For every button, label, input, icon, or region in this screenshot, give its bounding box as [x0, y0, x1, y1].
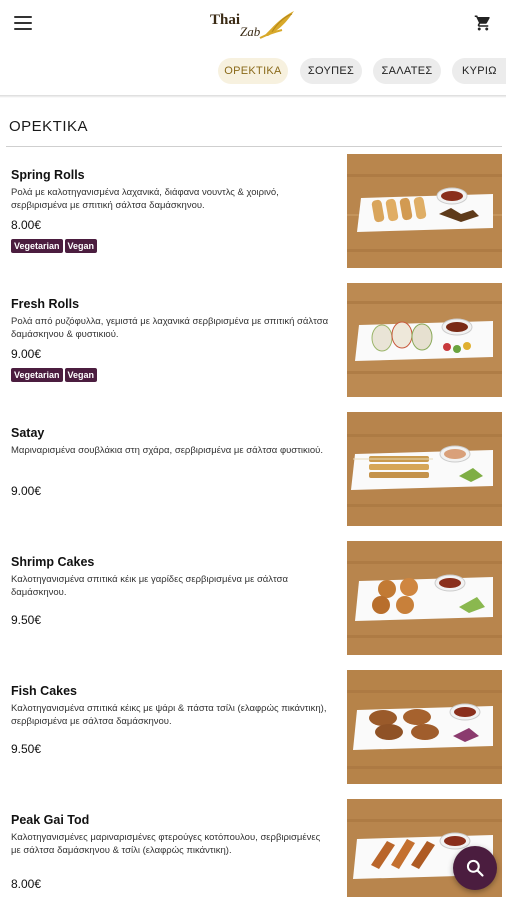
item-price: 9.50€	[11, 742, 42, 756]
section-title: ΟΡΕΚΤΙΚΑ	[9, 118, 89, 135]
tag-vegan: Vegan	[64, 239, 98, 253]
tag-vegetarian: Vegetarian	[11, 368, 63, 382]
section-divider	[6, 146, 502, 147]
tab-salates[interactable]: ΣΑΛΑΤΕΣ	[373, 58, 441, 84]
item-photo	[347, 670, 502, 784]
item-price: 9.50€	[11, 613, 42, 627]
logo-leaf-icon	[259, 11, 294, 39]
hamburger-menu-icon[interactable]	[14, 16, 32, 30]
item-price: 9.00€	[11, 347, 42, 361]
menu-item-fresh-rolls[interactable]: Fresh Rolls Ρολά από ρυζόφυλλα, γεμιστά …	[0, 283, 506, 403]
item-name: Peak Gai Tod	[11, 813, 90, 827]
item-photo	[347, 412, 502, 526]
item-description: Μαριναρισμένα σουβλάκια στη σχάρα, σερβι…	[11, 445, 324, 456]
item-description: Καλοτηγανισμένα σπιτικά κέικ με γαρίδες …	[11, 574, 289, 598]
header-divider	[0, 95, 506, 98]
menu-item-peak-gai-tod[interactable]: Peak Gai Tod Καλοτηγανισμένες μαριναρισμ…	[0, 799, 506, 900]
item-price: 9.00€	[11, 484, 42, 498]
item-name: Shrimp Cakes	[11, 555, 95, 569]
item-description: Καλοτηγανισμένα σπιτικά κέικς με ψάρι & …	[11, 703, 327, 727]
item-photo	[347, 283, 502, 397]
item-photo	[347, 541, 502, 655]
menu-item-shrimp-cakes[interactable]: Shrimp Cakes Καλοτηγανισμένα σπιτικά κέι…	[0, 541, 506, 661]
item-description: Καλοτηγανισμένες μαριναρισμένες φτερούγε…	[11, 832, 321, 856]
category-tabs: ΟΡΕΚΤΙΚΑ ΣΟΥΠΕΣ ΣΑΛΑΤΕΣ ΚΥΡΙΩ	[0, 52, 506, 92]
item-name: Fish Cakes	[11, 684, 78, 698]
item-tags: Vegetarian Vegan	[11, 365, 99, 383]
tag-vegetarian: Vegetarian	[11, 239, 63, 253]
search-icon	[466, 859, 484, 877]
logo-text-thai: Thai	[210, 12, 241, 28]
item-name: Fresh Rolls	[11, 297, 80, 311]
tab-kyria[interactable]: ΚΥΡΙΩ	[452, 58, 506, 84]
thai-zab-logo[interactable]: Thai Zab	[208, 6, 300, 42]
top-app-bar: Thai Zab	[0, 0, 506, 48]
item-name: Satay	[11, 426, 45, 440]
menu-item-satay[interactable]: Satay Μαριναρισμένα σουβλάκια στη σχάρα,…	[0, 412, 506, 532]
menu-item-spring-rolls[interactable]: Spring Rolls Ρολά με καλοτηγανισμένα λαχ…	[0, 154, 506, 274]
tab-soupes[interactable]: ΣΟΥΠΕΣ	[300, 58, 362, 84]
cart-icon[interactable]	[474, 14, 494, 34]
tag-vegan: Vegan	[64, 368, 98, 382]
search-fab-button[interactable]	[453, 846, 497, 890]
item-description: Ρολά με καλοτηγανισμένα λαχανικά, διάφαν…	[11, 187, 279, 211]
item-description: Ρολά από ρυζόφυλλα, γεμιστά με λαχανικά …	[11, 316, 329, 340]
item-price: 8.00€	[11, 877, 42, 891]
item-photo	[347, 154, 502, 268]
item-tags: Vegetarian Vegan	[11, 236, 99, 254]
item-price: 8.00€	[11, 218, 42, 232]
menu-item-fish-cakes[interactable]: Fish Cakes Καλοτηγανισμένα σπιτικά κέικς…	[0, 670, 506, 790]
tab-orektika[interactable]: ΟΡΕΚΤΙΚΑ	[218, 58, 288, 84]
item-name: Spring Rolls	[11, 168, 85, 182]
